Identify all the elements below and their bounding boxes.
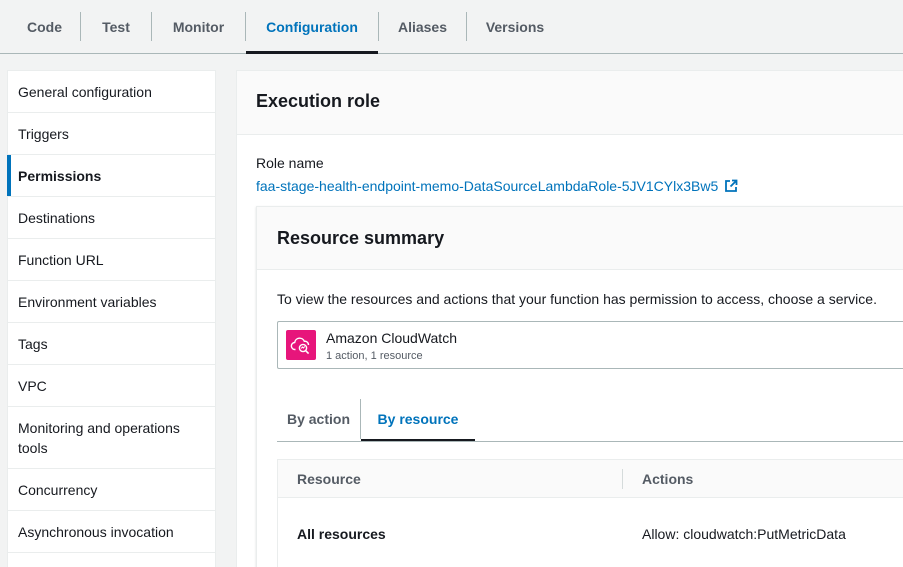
sidebar-item-label: Asynchronous invocation	[18, 523, 174, 540]
sidebar-item-destinations[interactable]: Destinations	[8, 197, 215, 239]
service-meta: 1 action, 1 resource	[326, 350, 423, 362]
resources-table: Resource Actions All resources Allow: cl…	[277, 459, 903, 567]
sidebar-item-label: VPC	[18, 377, 47, 394]
sidebar-item-vpc[interactable]: VPC	[8, 365, 215, 407]
sidebar-item-monitoring-tools[interactable]: Monitoring and operations tools	[8, 407, 215, 469]
service-selector[interactable]: Amazon CloudWatch 1 action, 1 resource	[277, 321, 903, 369]
sidebar-item-tags[interactable]: Tags	[8, 323, 215, 365]
resource-summary-card: Resource summary To view the resources a…	[256, 206, 903, 567]
tab-by-action[interactable]: By action	[277, 397, 360, 441]
sidebar-item-label: Destinations	[18, 209, 96, 226]
column-divider	[622, 469, 623, 489]
sidebar-item-triggers[interactable]: Triggers	[8, 113, 215, 155]
service-name: Amazon CloudWatch	[326, 330, 457, 346]
tab-code[interactable]: Code	[9, 0, 80, 53]
column-header-actions[interactable]: Actions	[642, 460, 693, 498]
panel-header: Execution role	[237, 71, 903, 135]
table-header-row: Resource Actions	[278, 460, 903, 498]
tab-configuration[interactable]: Configuration	[246, 0, 378, 54]
sidebar-item-label: Tags	[18, 335, 48, 352]
sidebar-item-asynchronous-invocation[interactable]: Asynchronous invocation	[8, 511, 215, 553]
card-header: Resource summary	[257, 207, 903, 270]
sidebar-item-label: Environment variables	[18, 293, 157, 310]
configuration-sidebar: General configuration Triggers Permissio…	[7, 70, 216, 567]
tab-aliases[interactable]: Aliases	[379, 0, 466, 53]
sidebar-item-environment-variables[interactable]: Environment variables	[8, 281, 215, 323]
column-header-resource[interactable]: Resource	[297, 460, 361, 498]
sidebar-item-function-url[interactable]: Function URL	[8, 239, 215, 281]
role-name-link[interactable]: faa-stage-health-endpoint-memo-DataSourc…	[256, 178, 738, 194]
tab-monitor[interactable]: Monitor	[152, 0, 245, 53]
sidebar-item-general-configuration[interactable]: General configuration	[8, 71, 215, 113]
sidebar-item-permissions[interactable]: Permissions	[7, 155, 215, 197]
tab-versions[interactable]: Versions	[467, 0, 563, 53]
sidebar-item-concurrency[interactable]: Concurrency	[8, 469, 215, 511]
tab-test[interactable]: Test	[81, 0, 151, 53]
page-title: Execution role	[256, 91, 381, 111]
function-tab-bar: Code Test Monitor Configuration Aliases …	[0, 0, 903, 54]
resource-summary-instruction: To view the resources and actions that y…	[277, 291, 877, 307]
sidebar-item-label: Function URL	[18, 251, 104, 268]
tab-by-resource[interactable]: By resource	[361, 397, 475, 441]
table-cell-actions: Allow: cloudwatch:PutMetricData	[642, 526, 846, 542]
resource-summary-title: Resource summary	[277, 228, 445, 248]
role-name-text: faa-stage-health-endpoint-memo-DataSourc…	[256, 178, 719, 194]
cloudwatch-icon	[286, 330, 316, 360]
sidebar-item-label: Monitoring and operations tools	[18, 419, 180, 456]
external-link-icon	[724, 179, 738, 193]
tabs-baseline	[277, 441, 903, 442]
execution-role-panel: Execution role Role name faa-stage-healt…	[236, 70, 903, 567]
sidebar-item-label: Permissions	[18, 167, 102, 184]
role-name-label: Role name	[256, 155, 324, 171]
table-cell-resource: All resources	[297, 526, 386, 542]
sidebar-item-label: Concurrency	[18, 481, 98, 498]
sidebar-item-label: Triggers	[18, 125, 69, 142]
sidebar-item-label: General configuration	[18, 83, 152, 100]
